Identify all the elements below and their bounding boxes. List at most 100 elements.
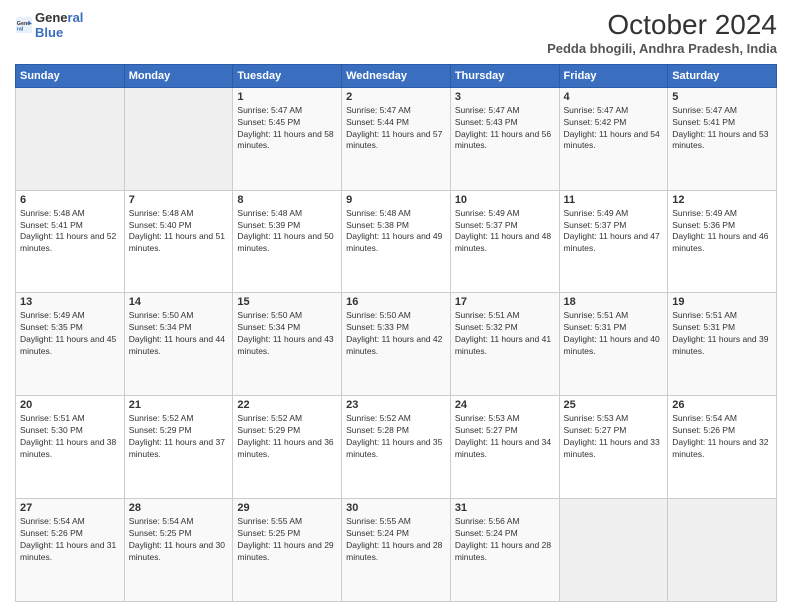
calendar-cell: 4 Sunrise: 5:47 AM Sunset: 5:42 PM Daylig… bbox=[559, 87, 668, 190]
calendar-week-row: 27Sunrise: 5:54 AM Sunset: 5:26 PM Dayli… bbox=[16, 499, 777, 602]
cell-info: Sunrise: 5:49 AM Sunset: 5:36 PM Dayligh… bbox=[672, 208, 772, 256]
calendar-day-header: Sunday bbox=[16, 64, 125, 87]
day-number: 29 bbox=[237, 502, 337, 514]
main-title: October 2024 bbox=[547, 10, 777, 41]
cell-info: Sunrise: 5:54 AM Sunset: 5:26 PM Dayligh… bbox=[20, 516, 120, 564]
day-number: 10 bbox=[455, 194, 555, 206]
calendar-cell: 22Sunrise: 5:52 AM Sunset: 5:29 PM Dayli… bbox=[233, 396, 342, 499]
calendar-cell: 3 Sunrise: 5:47 AM Sunset: 5:43 PM Daylig… bbox=[450, 87, 559, 190]
title-block: October 2024 Pedda bhogili, Andhra Prade… bbox=[547, 10, 777, 56]
cell-info: Sunrise: 5:56 AM Sunset: 5:24 PM Dayligh… bbox=[455, 516, 555, 564]
calendar-cell: 13 Sunrise: 5:49 AM Sunset: 5:35 PM Dayli… bbox=[16, 293, 125, 396]
calendar-day-header: Tuesday bbox=[233, 64, 342, 87]
logo-text: General Blue bbox=[35, 10, 83, 40]
calendar-cell: 21 Sunrise: 5:52 AM Sunset: 5:29 PM Dayli… bbox=[124, 396, 233, 499]
day-number: 22 bbox=[237, 399, 337, 411]
cell-info: Sunrise: 5:48 AM Sunset: 5:40 PM Dayligh… bbox=[129, 208, 229, 256]
calendar-cell: 18 Sunrise: 5:51 AM Sunset: 5:31 PM Dayli… bbox=[559, 293, 668, 396]
day-number: 19 bbox=[672, 296, 772, 308]
day-number: 11 bbox=[564, 194, 664, 206]
day-number: 7 bbox=[129, 194, 229, 206]
cell-info: Sunrise: 5:49 AM Sunset: 5:35 PM Dayligh… bbox=[20, 310, 120, 358]
calendar-cell: 16Sunrise: 5:50 AM Sunset: 5:33 PM Dayli… bbox=[342, 293, 451, 396]
calendar-cell: 9 Sunrise: 5:48 AM Sunset: 5:38 PM Daylig… bbox=[342, 190, 451, 293]
day-number: 31 bbox=[455, 502, 555, 514]
calendar-cell: 15 Sunrise: 5:50 AM Sunset: 5:34 PM Dayli… bbox=[233, 293, 342, 396]
cell-info: Sunrise: 5:54 AM Sunset: 5:25 PM Dayligh… bbox=[129, 516, 229, 564]
cell-info: Sunrise: 5:51 AM Sunset: 5:32 PM Dayligh… bbox=[455, 310, 555, 358]
day-number: 12 bbox=[672, 194, 772, 206]
cell-info: Sunrise: 5:47 AM Sunset: 5:43 PM Dayligh… bbox=[455, 105, 555, 153]
cell-info: Sunrise: 5:50 AM Sunset: 5:34 PM Dayligh… bbox=[237, 310, 337, 358]
day-number: 21 bbox=[129, 399, 229, 411]
calendar-cell: 8 Sunrise: 5:48 AM Sunset: 5:39 PM Daylig… bbox=[233, 190, 342, 293]
cell-info: Sunrise: 5:48 AM Sunset: 5:41 PM Dayligh… bbox=[20, 208, 120, 256]
subtitle: Pedda bhogili, Andhra Pradesh, India bbox=[547, 41, 777, 56]
day-number: 15 bbox=[237, 296, 337, 308]
calendar-day-header: Thursday bbox=[450, 64, 559, 87]
cell-info: Sunrise: 5:47 AM Sunset: 5:41 PM Dayligh… bbox=[672, 105, 772, 153]
calendar-cell bbox=[16, 87, 125, 190]
day-number: 14 bbox=[129, 296, 229, 308]
cell-info: Sunrise: 5:51 AM Sunset: 5:31 PM Dayligh… bbox=[564, 310, 664, 358]
svg-text:ral: ral bbox=[17, 26, 24, 32]
cell-info: Sunrise: 5:47 AM Sunset: 5:44 PM Dayligh… bbox=[346, 105, 446, 153]
day-number: 13 bbox=[20, 296, 120, 308]
calendar-cell bbox=[668, 499, 777, 602]
cell-info: Sunrise: 5:49 AM Sunset: 5:37 PM Dayligh… bbox=[455, 208, 555, 256]
day-number: 3 bbox=[455, 91, 555, 103]
calendar-day-header: Saturday bbox=[668, 64, 777, 87]
day-number: 16 bbox=[346, 296, 446, 308]
cell-info: Sunrise: 5:53 AM Sunset: 5:27 PM Dayligh… bbox=[564, 413, 664, 461]
day-number: 4 bbox=[564, 91, 664, 103]
calendar-day-header: Monday bbox=[124, 64, 233, 87]
cell-info: Sunrise: 5:55 AM Sunset: 5:24 PM Dayligh… bbox=[346, 516, 446, 564]
day-number: 8 bbox=[237, 194, 337, 206]
day-number: 28 bbox=[129, 502, 229, 514]
calendar-cell: 30 Sunrise: 5:55 AM Sunset: 5:24 PM Dayli… bbox=[342, 499, 451, 602]
header: Gene ral General Blue October 2024 Pedda… bbox=[15, 10, 777, 56]
calendar-week-row: 1 Sunrise: 5:47 AM Sunset: 5:45 PM Daylig… bbox=[16, 87, 777, 190]
calendar-week-row: 13 Sunrise: 5:49 AM Sunset: 5:35 PM Dayli… bbox=[16, 293, 777, 396]
cell-info: Sunrise: 5:52 AM Sunset: 5:28 PM Dayligh… bbox=[346, 413, 446, 461]
day-number: 25 bbox=[564, 399, 664, 411]
day-number: 9 bbox=[346, 194, 446, 206]
cell-info: Sunrise: 5:49 AM Sunset: 5:37 PM Dayligh… bbox=[564, 208, 664, 256]
day-number: 23 bbox=[346, 399, 446, 411]
day-number: 2 bbox=[346, 91, 446, 103]
calendar-cell: 24Sunrise: 5:53 AM Sunset: 5:27 PM Dayli… bbox=[450, 396, 559, 499]
calendar-cell: 25 Sunrise: 5:53 AM Sunset: 5:27 PM Dayli… bbox=[559, 396, 668, 499]
cell-info: Sunrise: 5:53 AM Sunset: 5:27 PM Dayligh… bbox=[455, 413, 555, 461]
cell-info: Sunrise: 5:48 AM Sunset: 5:38 PM Dayligh… bbox=[346, 208, 446, 256]
day-number: 26 bbox=[672, 399, 772, 411]
calendar-cell: 11 Sunrise: 5:49 AM Sunset: 5:37 PM Dayli… bbox=[559, 190, 668, 293]
calendar-cell: 26Sunrise: 5:54 AM Sunset: 5:26 PM Dayli… bbox=[668, 396, 777, 499]
cell-info: Sunrise: 5:48 AM Sunset: 5:39 PM Dayligh… bbox=[237, 208, 337, 256]
cell-info: Sunrise: 5:47 AM Sunset: 5:45 PM Dayligh… bbox=[237, 105, 337, 153]
calendar-cell: 6 Sunrise: 5:48 AM Sunset: 5:41 PM Daylig… bbox=[16, 190, 125, 293]
day-number: 18 bbox=[564, 296, 664, 308]
day-number: 1 bbox=[237, 91, 337, 103]
calendar-table: SundayMondayTuesdayWednesdayThursdayFrid… bbox=[15, 64, 777, 602]
cell-info: Sunrise: 5:52 AM Sunset: 5:29 PM Dayligh… bbox=[129, 413, 229, 461]
calendar-day-header: Friday bbox=[559, 64, 668, 87]
calendar-cell: 10 Sunrise: 5:49 AM Sunset: 5:37 PM Dayli… bbox=[450, 190, 559, 293]
day-number: 20 bbox=[20, 399, 120, 411]
calendar-header-row: SundayMondayTuesdayWednesdayThursdayFrid… bbox=[16, 64, 777, 87]
calendar-cell: 14Sunrise: 5:50 AM Sunset: 5:34 PM Dayli… bbox=[124, 293, 233, 396]
calendar-cell: 17 Sunrise: 5:51 AM Sunset: 5:32 PM Dayli… bbox=[450, 293, 559, 396]
calendar-week-row: 20Sunrise: 5:51 AM Sunset: 5:30 PM Dayli… bbox=[16, 396, 777, 499]
calendar-cell: 7 Sunrise: 5:48 AM Sunset: 5:40 PM Daylig… bbox=[124, 190, 233, 293]
calendar-cell: 19 Sunrise: 5:51 AM Sunset: 5:31 PM Dayli… bbox=[668, 293, 777, 396]
calendar-cell: 31 Sunrise: 5:56 AM Sunset: 5:24 PM Dayli… bbox=[450, 499, 559, 602]
day-number: 6 bbox=[20, 194, 120, 206]
day-number: 17 bbox=[455, 296, 555, 308]
cell-info: Sunrise: 5:55 AM Sunset: 5:25 PM Dayligh… bbox=[237, 516, 337, 564]
cell-info: Sunrise: 5:47 AM Sunset: 5:42 PM Dayligh… bbox=[564, 105, 664, 153]
day-number: 30 bbox=[346, 502, 446, 514]
calendar-cell: 12 Sunrise: 5:49 AM Sunset: 5:36 PM Dayli… bbox=[668, 190, 777, 293]
calendar-cell: 20Sunrise: 5:51 AM Sunset: 5:30 PM Dayli… bbox=[16, 396, 125, 499]
page: Gene ral General Blue October 2024 Pedda… bbox=[0, 0, 792, 612]
cell-info: Sunrise: 5:51 AM Sunset: 5:31 PM Dayligh… bbox=[672, 310, 772, 358]
logo: Gene ral General Blue bbox=[15, 10, 83, 40]
